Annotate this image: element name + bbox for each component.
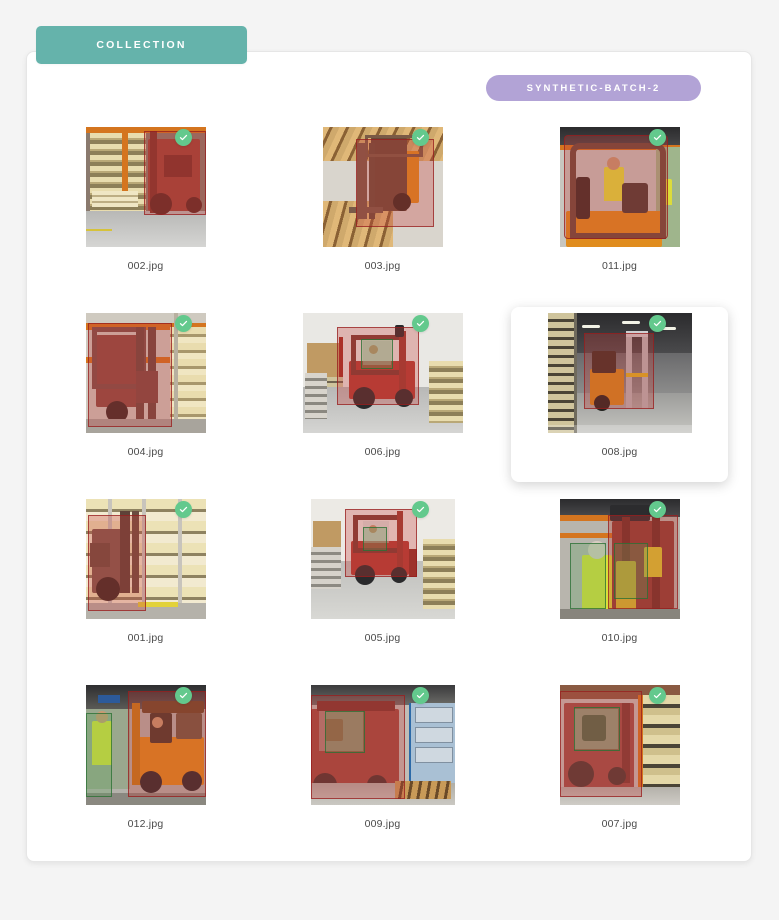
check-circle-icon[interactable] (412, 129, 429, 146)
grid-cell: 007.jpg (501, 679, 738, 865)
bounding-box-red (87, 323, 172, 427)
image-filename: 002.jpg (127, 260, 164, 272)
image-grid: 002.jpg 003.jpg 011.jpg 004.jpg 006.jpg … (27, 121, 753, 865)
check-circle-icon[interactable] (175, 129, 192, 146)
grid-cell: 003.jpg (264, 121, 501, 307)
collection-tab-label: COLLECTION (96, 39, 187, 51)
check-circle-icon[interactable] (175, 501, 192, 518)
bounding-box-red (87, 515, 146, 611)
check-circle-icon[interactable] (649, 687, 666, 704)
image-filename: 004.jpg (127, 446, 164, 458)
image-thumbnail[interactable] (547, 313, 692, 433)
bounding-box-red (583, 333, 654, 409)
grid-cell: 004.jpg (27, 307, 264, 493)
bounding-box-red (143, 131, 206, 215)
image-card[interactable]: 004.jpg (37, 307, 254, 482)
image-filename: 009.jpg (364, 818, 401, 830)
check-circle-icon[interactable] (412, 501, 429, 518)
grid-cell: 002.jpg (27, 121, 264, 307)
image-thumbnail[interactable] (310, 685, 455, 805)
image-filename: 007.jpg (601, 818, 638, 830)
image-filename: 005.jpg (364, 632, 401, 644)
grid-cell: 009.jpg (264, 679, 501, 865)
image-filename: 011.jpg (601, 260, 638, 272)
bounding-box-green (573, 707, 620, 751)
image-filename: 001.jpg (127, 632, 164, 644)
image-card[interactable]: 005.jpg (274, 493, 491, 668)
collection-panel: SYNTHETIC-BATCH-2 002.jpg 003.jpg 011.jp… (26, 51, 752, 862)
image-card[interactable]: 003.jpg (274, 121, 491, 296)
image-card[interactable]: 009.jpg (274, 679, 491, 854)
image-filename: 006.jpg (364, 446, 401, 458)
grid-cell: 005.jpg (264, 493, 501, 679)
check-circle-icon[interactable] (412, 687, 429, 704)
image-thumbnail[interactable] (302, 313, 463, 433)
image-card[interactable]: 007.jpg (511, 679, 728, 854)
check-circle-icon[interactable] (649, 315, 666, 332)
check-circle-icon[interactable] (649, 129, 666, 146)
grid-cell: 010.jpg (501, 493, 738, 679)
image-filename: 008.jpg (601, 446, 638, 458)
bounding-box-green (85, 713, 112, 797)
bounding-box-green (613, 543, 648, 599)
image-card[interactable]: 011.jpg (511, 121, 728, 296)
grid-cell: 008.jpg (501, 307, 738, 493)
image-filename: 003.jpg (364, 260, 401, 272)
image-card[interactable]: 001.jpg (37, 493, 254, 668)
grid-cell: 011.jpg (501, 121, 738, 307)
image-card-selected[interactable]: 008.jpg (511, 307, 728, 482)
collection-tab[interactable]: COLLECTION (36, 26, 247, 64)
image-thumbnail[interactable] (310, 499, 455, 619)
image-filename: 012.jpg (127, 818, 164, 830)
grid-cell: 006.jpg (264, 307, 501, 493)
bounding-box-red (355, 139, 434, 227)
image-card[interactable]: 006.jpg (274, 307, 491, 482)
bounding-box-green (569, 543, 606, 609)
grid-cell: 001.jpg (27, 493, 264, 679)
check-circle-icon[interactable] (649, 501, 666, 518)
bounding-box-green (324, 711, 365, 753)
image-card[interactable]: 002.jpg (37, 121, 254, 296)
image-card[interactable]: 012.jpg (37, 679, 254, 854)
bounding-box-green (360, 339, 393, 369)
check-circle-icon[interactable] (175, 315, 192, 332)
bounding-box-red (127, 691, 206, 797)
image-collection-app: COLLECTION SYNTHETIC-BATCH-2 002.jpg 003… (0, 0, 779, 920)
batch-badge[interactable]: SYNTHETIC-BATCH-2 (486, 75, 701, 101)
check-circle-icon[interactable] (412, 315, 429, 332)
batch-badge-label: SYNTHETIC-BATCH-2 (526, 82, 661, 94)
check-circle-icon[interactable] (175, 687, 192, 704)
grid-cell: 012.jpg (27, 679, 264, 865)
image-card[interactable]: 010.jpg (511, 493, 728, 668)
bounding-box-red (563, 135, 668, 239)
image-filename: 010.jpg (601, 632, 638, 644)
bounding-box-green (362, 527, 387, 551)
